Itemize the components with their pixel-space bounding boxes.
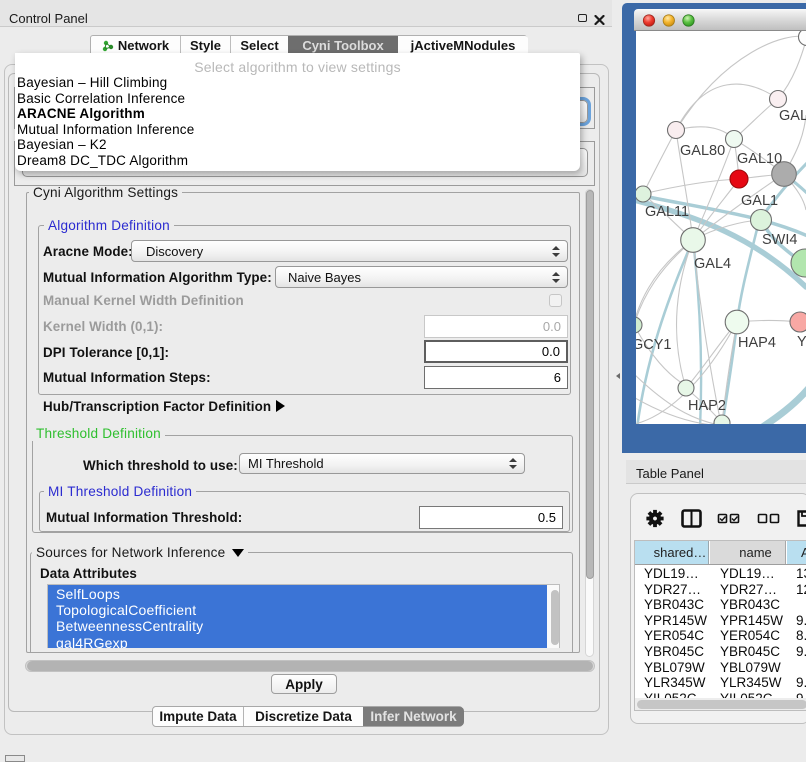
svg-text:GAL10: GAL10 xyxy=(737,151,782,167)
svg-text:HAP2: HAP2 xyxy=(688,398,726,414)
svg-text:GAL4: GAL4 xyxy=(694,256,731,272)
svg-text:HAP4: HAP4 xyxy=(738,335,776,351)
svg-text:Y: Y xyxy=(797,334,806,350)
svg-text:SWI4: SWI4 xyxy=(762,232,797,248)
svg-text:GCY1: GCY1 xyxy=(636,337,672,353)
svg-text:GAL80: GAL80 xyxy=(680,143,725,159)
svg-text:GAL1: GAL1 xyxy=(741,193,778,209)
svg-text:GAL: GAL xyxy=(779,108,806,124)
svg-text:GAL11: GAL11 xyxy=(645,204,689,220)
